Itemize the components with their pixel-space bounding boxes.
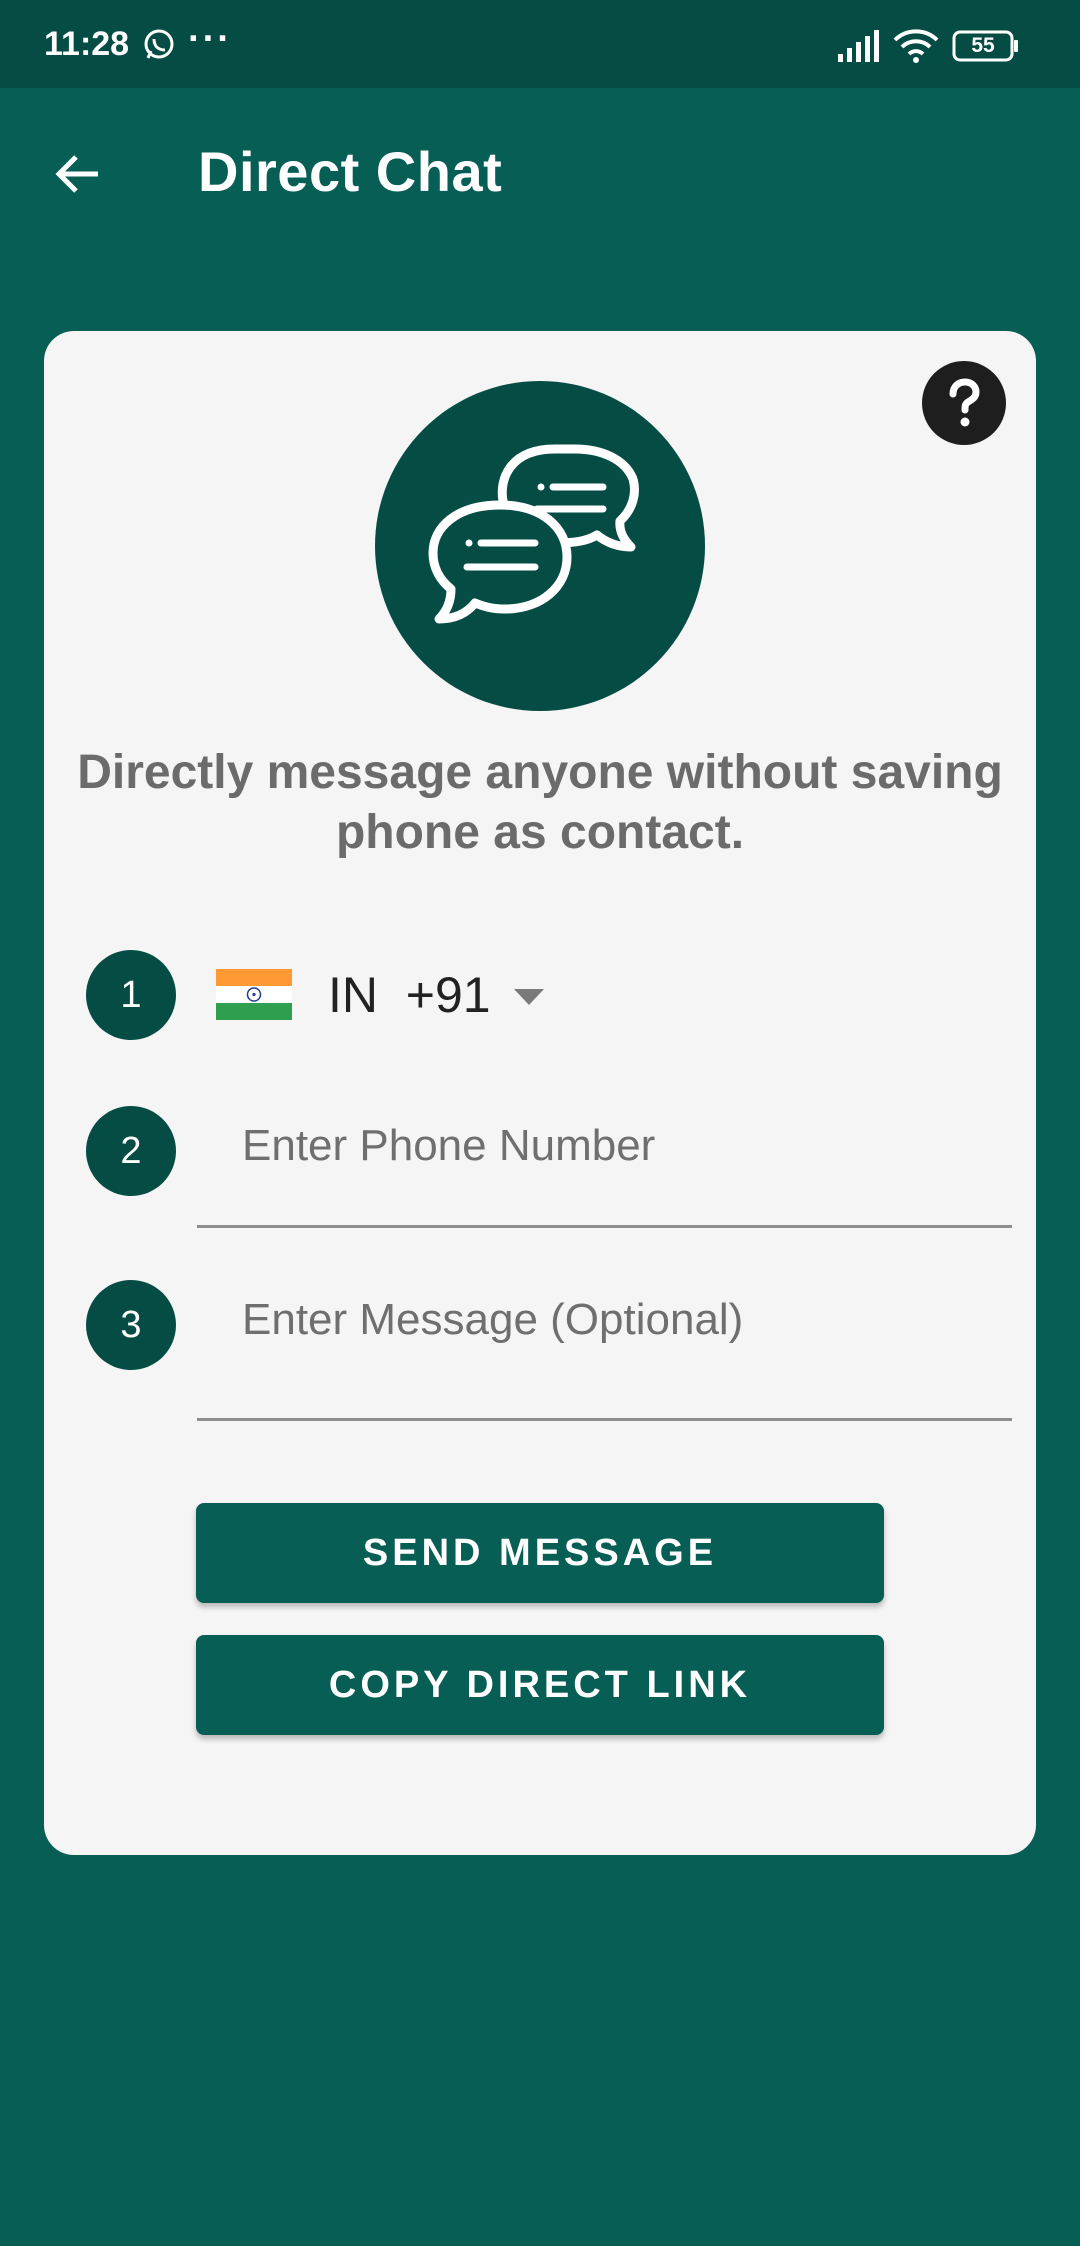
copy-direct-link-button[interactable]: COPY DIRECT LINK — [196, 1635, 884, 1735]
phone-input[interactable] — [197, 1101, 1012, 1191]
page-title: Direct Chat — [198, 140, 503, 203]
status-bar: 11:28 ··· 55 — [0, 0, 1080, 88]
chevron-down-icon — [514, 989, 544, 1005]
battery-level: 55 — [971, 34, 995, 57]
arrow-back-icon — [55, 155, 98, 193]
step-badge-2: 2 — [86, 1106, 176, 1196]
step-badge-1: 1 — [86, 950, 176, 1040]
back-button[interactable] — [42, 138, 114, 210]
tagline: Directly message anyone without saving p… — [77, 746, 1003, 859]
status-more-dots: ··· — [188, 18, 232, 60]
hero-circle — [375, 381, 705, 711]
help-icon — [949, 378, 980, 427]
chat-bubbles-icon — [428, 444, 639, 624]
signal-icon — [838, 30, 879, 62]
india-flag-icon — [216, 969, 292, 1020]
status-time: 11:28 — [44, 25, 130, 63]
send-message-button[interactable]: SEND MESSAGE — [196, 1503, 884, 1603]
whatsapp-icon — [144, 29, 174, 59]
direct-chat-card: Directly message anyone without saving p… — [44, 331, 1036, 1855]
phone-field — [197, 1101, 1012, 1228]
step-badge-3: 3 — [86, 1280, 176, 1370]
help-button[interactable] — [922, 361, 1006, 445]
country-picker[interactable]: IN +91 — [216, 961, 596, 1031]
message-field — [197, 1275, 1012, 1421]
country-code: IN +91 — [328, 967, 491, 1023]
message-input[interactable] — [197, 1275, 1012, 1365]
wifi-icon — [893, 29, 939, 63]
app-bar: Direct Chat — [0, 88, 1080, 248]
